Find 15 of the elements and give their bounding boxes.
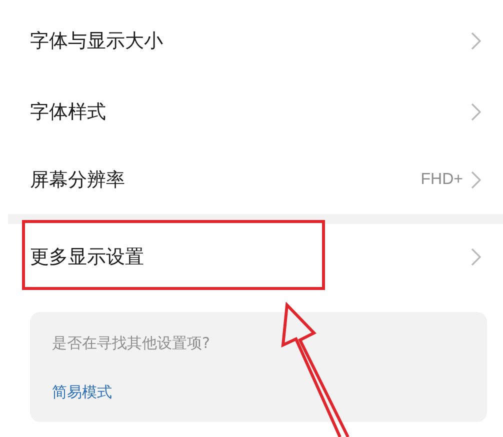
row-value: FHD+ (420, 171, 463, 189)
chevron-icon (471, 248, 481, 266)
settings-row[interactable]: 字体与显示大小 (0, 0, 503, 78)
row-label: 屏幕分辨率 (30, 168, 125, 193)
row-label: 更多显示设置 (30, 245, 144, 270)
settings-row[interactable]: 字体样式 (0, 78, 503, 146)
row-label: 字体与显示大小 (30, 29, 163, 54)
chevron-icon (471, 171, 481, 189)
settings-row[interactable]: 屏幕分辨率 FHD+ (0, 146, 503, 214)
row-label: 字体样式 (30, 100, 106, 125)
card-question: 是否在寻找其他设置项? (52, 334, 211, 353)
simple-mode-link[interactable]: 简易模式 (52, 383, 465, 402)
chevron-icon (471, 103, 481, 121)
settings-row[interactable]: 更多显示设置 (0, 224, 503, 290)
chevron-icon (471, 32, 481, 50)
